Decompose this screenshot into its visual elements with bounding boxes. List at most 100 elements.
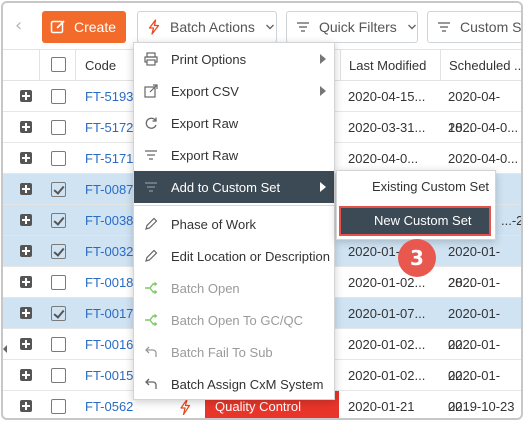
expand-row-icon[interactable] [20, 338, 32, 350]
resize-handle-icon[interactable] [3, 345, 7, 353]
menu-divider [134, 205, 334, 206]
row-checkbox[interactable] [51, 244, 66, 259]
undo-icon [145, 346, 157, 357]
batch-actions-menu: Print Options Export CSV Export Raw Expo… [133, 42, 335, 400]
expand-row-icon[interactable] [20, 214, 32, 226]
row-code-link[interactable]: FT-0562 [85, 391, 133, 418]
row-code-link[interactable]: FT-0032 [85, 236, 133, 267]
row-scheduled: 2020-04-0... [448, 120, 519, 135]
menu-item-batch-open[interactable]: Batch Open [134, 272, 334, 304]
menu-item-export-raw-filtered[interactable]: Export Raw [134, 139, 334, 171]
row-checkbox[interactable] [51, 213, 66, 228]
row-last-modified: 2020-01-02... [348, 337, 426, 352]
menu-item-label: Add to Custom Set [171, 179, 281, 195]
menu-item-batch-fail-to-sub[interactable]: Batch Fail To Sub [134, 336, 334, 368]
menu-item-batch-assign-cxm[interactable]: Batch Assign CxM System [134, 368, 334, 400]
submenu-item-new-custom-set[interactable]: New Custom Set [339, 206, 491, 236]
row-code-link[interactable]: FT-0017 [85, 298, 133, 329]
menu-item-label: Batch Fail To Sub [171, 344, 273, 360]
back-arrow-icon[interactable]: ‹ [15, 15, 33, 37]
branch-icon [145, 282, 158, 294]
expand-row-icon[interactable] [20, 245, 32, 257]
expand-row-icon[interactable] [20, 183, 32, 195]
filter-icon [297, 22, 309, 32]
printer-icon [144, 52, 158, 66]
menu-item-label: Edit Location or Description [171, 248, 330, 264]
row-checkbox[interactable] [51, 337, 66, 352]
undo-icon [145, 378, 157, 389]
expand-row-icon[interactable] [20, 400, 32, 412]
branch-icon [145, 314, 158, 326]
lightning-icon [148, 19, 160, 35]
expand-row-icon[interactable] [20, 307, 32, 319]
custom-set-button[interactable]: Custom Set [427, 11, 522, 43]
row-last-modified: 2020-03-31... [348, 120, 426, 135]
select-all-checkbox[interactable] [51, 57, 66, 72]
row-code-link[interactable]: FT-5172 [85, 112, 133, 143]
row-code-link[interactable]: FT-5193 [85, 81, 133, 112]
batch-actions-button[interactable]: Batch Actions [137, 11, 277, 43]
column-header-code[interactable]: Code [85, 50, 116, 81]
chevron-down-icon [265, 24, 274, 30]
custom-set-label: Custom Set [460, 19, 522, 35]
row-checkbox[interactable] [51, 89, 66, 104]
submenu-arrow-icon [320, 182, 326, 192]
row-last-modified: 2020-04-15... [348, 89, 426, 104]
menu-item-export-raw[interactable]: Export Raw [134, 107, 334, 139]
menu-item-label: Export Raw [171, 115, 239, 131]
column-divider [39, 50, 40, 80]
menu-item-label: Print Options [171, 51, 247, 67]
export-icon [144, 84, 158, 98]
row-code-link[interactable]: FT-0015 [85, 360, 133, 391]
menu-item-print-options[interactable]: Print Options [134, 43, 334, 75]
column-divider [75, 50, 76, 80]
row-checkbox[interactable] [51, 399, 66, 414]
submenu-arrow-icon [320, 54, 326, 64]
row-checkbox[interactable] [51, 275, 66, 290]
expand-row-icon[interactable] [20, 369, 32, 381]
row-checkbox[interactable] [51, 182, 66, 197]
expand-row-icon[interactable] [20, 152, 32, 164]
expand-row-icon[interactable] [20, 276, 32, 288]
menu-item-add-to-custom-set[interactable]: Add to Custom Set [134, 171, 334, 203]
expand-row-icon[interactable] [20, 90, 32, 102]
column-header-last-modified[interactable]: Last Modified [340, 50, 440, 81]
menu-item-label: Export Raw [171, 147, 239, 163]
row-scheduled: 2020-01-02... [448, 275, 501, 321]
row-scheduled: 2020-01-02... [448, 337, 501, 383]
row-code-link[interactable]: FT-0087 [85, 174, 133, 205]
row-code-link[interactable]: FT-0038 [85, 205, 133, 236]
batch-actions-label: Batch Actions [170, 19, 255, 35]
row-last-modified: 2020-01-02... [348, 368, 426, 383]
create-button-label: Create [74, 19, 117, 35]
row-scheduled: 2020-01-02... [448, 306, 501, 352]
row-checkbox[interactable] [51, 306, 66, 321]
menu-item-edit-location[interactable]: Edit Location or Description [134, 240, 334, 272]
row-checkbox[interactable] [51, 151, 66, 166]
create-button[interactable]: Create [42, 11, 126, 43]
row-code-link[interactable]: FT-0016 [85, 329, 133, 360]
menu-item-label: Phase of Work [171, 216, 257, 232]
custom-set-submenu: Existing Custom Set New Custom Set [336, 170, 496, 240]
row-code-link[interactable]: FT-0018 [85, 267, 133, 298]
quick-filters-label: Quick Filters [319, 19, 397, 35]
row-scheduled: 2020-04-18... [448, 89, 501, 135]
menu-item-label: Batch Open To GC/QC [171, 312, 303, 328]
row-scheduled: 2019-10-23 [448, 399, 515, 414]
edit-icon [50, 20, 65, 34]
row-checkbox[interactable] [51, 120, 66, 135]
menu-item-export-csv[interactable]: Export CSV [134, 75, 334, 107]
row-scheduled: ...-21 [501, 213, 523, 228]
menu-item-phase-of-work[interactable]: Phase of Work [134, 208, 334, 240]
menu-item-label: Export CSV [171, 83, 239, 99]
expand-row-icon[interactable] [20, 121, 32, 133]
lightning-icon [180, 399, 191, 415]
row-checkbox[interactable] [51, 368, 66, 383]
row-code-link[interactable]: FT-5171 [85, 143, 133, 174]
submenu-arrow-icon [320, 86, 326, 96]
submenu-item-existing-custom-set[interactable]: Existing Custom Set [337, 171, 495, 203]
quick-filters-button[interactable]: Quick Filters [286, 11, 418, 43]
column-header-scheduled[interactable]: Scheduled ... [440, 50, 521, 81]
menu-item-batch-open-gc-qc[interactable]: Batch Open To GC/QC [134, 304, 334, 336]
row-last-modified: 2020-01-21 [348, 399, 415, 414]
